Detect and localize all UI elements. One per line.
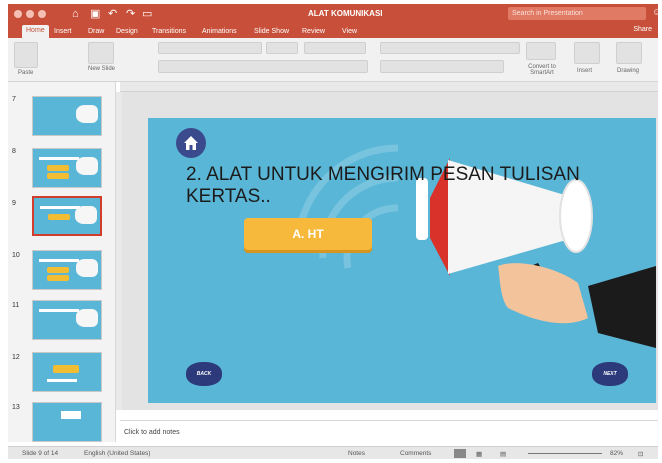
slide[interactable]: BACK NEXT — [148, 118, 656, 403]
thumbnail-panel — [61, 411, 81, 419]
notes-pane[interactable]: Click to add notes — [120, 420, 658, 442]
zoom-window-icon[interactable] — [38, 10, 46, 18]
new-slide-button[interactable] — [88, 42, 114, 64]
thumbnail-heading — [39, 259, 79, 262]
megaphone-icon — [75, 206, 97, 224]
reading-view-icon[interactable]: ▤ — [500, 450, 506, 458]
thumbnail-button — [47, 267, 69, 273]
slide-sorter-icon[interactable]: ▦ — [476, 450, 482, 458]
ribbon-toolbar: Paste New Slide Convert to SmartArt Inse… — [8, 38, 658, 82]
thumbnail-label — [47, 379, 77, 382]
slide-counter: Slide 9 of 14 — [22, 450, 59, 457]
font-size-buttons[interactable] — [304, 42, 366, 54]
search-input[interactable]: Search in Presentation — [508, 7, 646, 20]
megaphone-icon — [76, 105, 98, 123]
thumbnail-number: 7 — [12, 96, 16, 103]
thumbnail-number: 11 — [12, 302, 20, 309]
thumbnail-number: 9 — [12, 200, 16, 207]
fit-slide-icon[interactable]: ⊡ — [638, 450, 643, 458]
ribbon-tabs: Home Insert Draw Design Transitions Anim… — [8, 24, 658, 38]
thumbnail-button — [47, 165, 69, 171]
horizontal-ruler — [120, 82, 658, 92]
slide-thumbnail-9-selected[interactable] — [32, 196, 102, 236]
notes-placeholder: Click to add notes — [124, 429, 180, 436]
status-bar: Slide 9 of 14 English (United States) No… — [8, 446, 658, 459]
share-button[interactable]: Share — [633, 26, 652, 33]
home-icon[interactable]: ⌂ — [72, 7, 79, 21]
paragraph-buttons[interactable] — [380, 42, 520, 54]
feedback-icon[interactable]: ☺ — [652, 7, 662, 18]
megaphone-icon — [76, 309, 98, 327]
tab-slideshow[interactable]: Slide Show — [254, 26, 289, 37]
thumbnail-button — [47, 173, 69, 179]
thumbnail-heading — [40, 206, 80, 209]
slide-thumbnail-7[interactable] — [32, 96, 102, 136]
normal-view-icon[interactable] — [454, 449, 466, 458]
thumbnail-number: 13 — [12, 404, 20, 411]
slide-thumbnail-11[interactable] — [32, 300, 102, 340]
slide-thumbnail-12[interactable] — [32, 352, 102, 392]
tab-review[interactable]: Review — [302, 26, 325, 37]
drawing-label: Drawing — [617, 68, 640, 74]
title-bar: ⌂ ▣ ↶ ↷ ▭ ALAT KOMUNIKASI Search in Pres… — [8, 4, 662, 24]
thumbnail-button — [53, 365, 79, 373]
drawing-button[interactable] — [616, 42, 642, 64]
answer-button[interactable]: A. HT — [244, 218, 372, 250]
tab-view[interactable]: View — [342, 26, 357, 37]
redo-icon[interactable]: ↷ — [126, 7, 135, 21]
font-size-select[interactable] — [266, 42, 298, 54]
smartart-button[interactable] — [526, 42, 556, 60]
thumbnail-heading — [39, 157, 79, 160]
tab-transitions[interactable]: Transitions — [152, 26, 186, 37]
thumbnail-button — [47, 275, 69, 281]
megaphone-icon — [76, 157, 98, 175]
tab-draw[interactable]: Draw — [88, 26, 104, 37]
notes-toggle[interactable]: Notes — [348, 450, 365, 457]
minimize-window-icon[interactable] — [26, 10, 34, 18]
convert-label: Convert to SmartArt — [528, 64, 556, 76]
comments-toggle[interactable]: Comments — [400, 450, 431, 457]
thumbnail-number: 8 — [12, 148, 16, 155]
font-format-buttons[interactable] — [158, 60, 368, 73]
slide-heading: 2. ALAT UNTUK MENGIRIM PESAN TULISAN KER… — [186, 164, 580, 207]
tab-insert[interactable]: Insert — [54, 26, 72, 37]
undo-icon[interactable]: ↶ — [108, 7, 117, 21]
thumbnail-number: 10 — [12, 252, 20, 259]
zoom-level: 82% — [610, 450, 624, 457]
alignment-buttons[interactable] — [380, 60, 504, 73]
slide-thumbnail-8[interactable] — [32, 148, 102, 188]
thumbnail-button — [48, 214, 70, 220]
new-slide-label: New Slide — [88, 66, 116, 72]
megaphone-illustration — [294, 144, 656, 348]
font-name-select[interactable] — [158, 42, 262, 54]
slideshow-icon[interactable]: ▭ — [142, 7, 152, 21]
tab-design[interactable]: Design — [116, 26, 138, 37]
tab-home[interactable]: Home — [22, 25, 49, 38]
next-button[interactable]: NEXT — [592, 362, 628, 386]
paste-button[interactable] — [14, 42, 38, 68]
slide-thumbnails-pane: 7 8 9 10 11 12 13 — [8, 82, 116, 442]
zoom-slider[interactable] — [528, 453, 602, 454]
thumbnail-heading — [39, 309, 79, 312]
close-window-icon[interactable] — [14, 10, 22, 18]
tab-animations[interactable]: Animations — [202, 26, 237, 37]
insert-button[interactable] — [574, 42, 600, 64]
home-button[interactable] — [176, 128, 206, 158]
slide-thumbnail-10[interactable] — [32, 250, 102, 290]
house-icon — [184, 136, 198, 150]
back-button[interactable]: BACK — [186, 362, 222, 386]
language-indicator[interactable]: English (United States) — [84, 450, 150, 457]
paste-label: Paste — [18, 70, 34, 76]
slide-thumbnail-13[interactable] — [32, 402, 102, 442]
document-title: ALAT KOMUNIKASI — [308, 9, 383, 18]
save-icon[interactable]: ▣ — [90, 7, 100, 21]
insert-label: Insert — [577, 68, 593, 74]
megaphone-icon — [76, 259, 98, 277]
thumbnail-number: 12 — [12, 354, 20, 361]
